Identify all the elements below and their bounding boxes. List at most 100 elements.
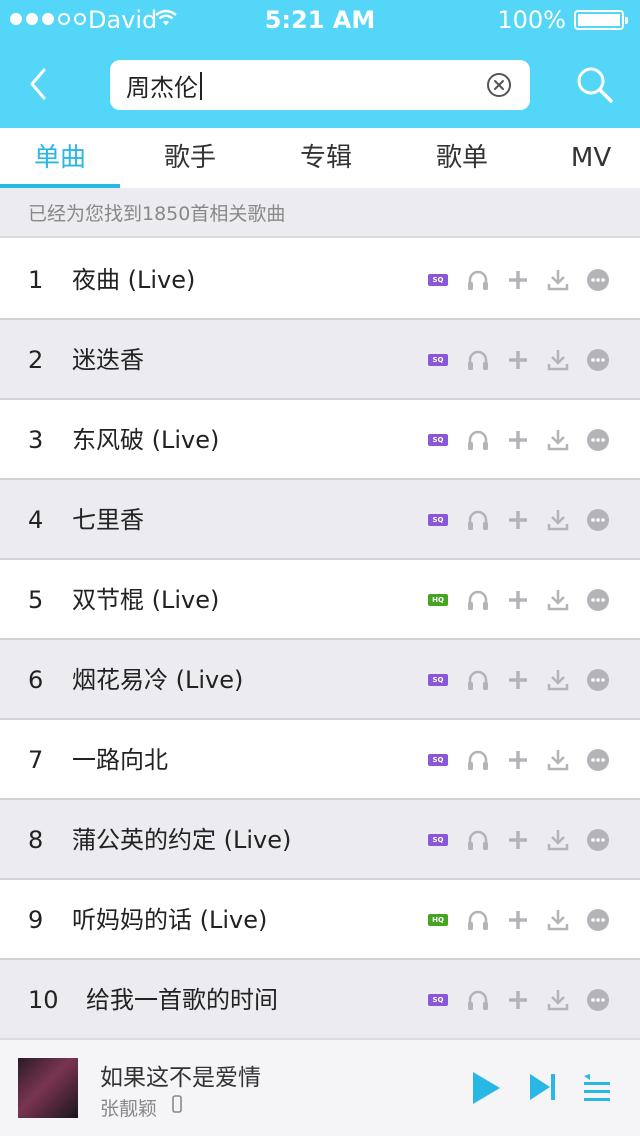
quality-badge: SQ — [428, 994, 448, 1006]
tab-playlists[interactable]: 歌单 — [402, 128, 522, 188]
download-icon[interactable] — [546, 988, 570, 1012]
more-icon[interactable] — [586, 508, 610, 532]
quality-badge: SQ — [428, 434, 448, 446]
search-icon[interactable] — [574, 64, 614, 106]
more-icon[interactable] — [586, 668, 610, 692]
download-icon[interactable] — [546, 268, 570, 292]
song-title: 给我一首歌的时间 — [86, 986, 278, 1014]
headphones-icon[interactable] — [466, 508, 490, 532]
quality-badge: SQ — [428, 674, 448, 686]
quality-badge: SQ — [428, 834, 448, 846]
download-icon[interactable] — [546, 668, 570, 692]
headphones-icon[interactable] — [466, 588, 490, 612]
song-row[interactable]: 7 一路向北 SQ — [0, 720, 640, 800]
song-number: 9 — [28, 906, 44, 934]
song-number: 7 — [28, 746, 44, 774]
add-icon[interactable] — [506, 988, 530, 1012]
now-playing-title: 如果这不是爱情 — [100, 1065, 261, 1091]
tab-albums[interactable]: 专辑 — [266, 128, 386, 188]
song-list: 1 夜曲 (Live) SQ 2 迷迭香 SQ 3 东风破 (Live) SQ 4 七里香 SQ 5 双节… — [0, 240, 640, 1040]
add-icon[interactable] — [506, 588, 530, 612]
more-icon[interactable] — [586, 348, 610, 372]
mini-player[interactable]: 如果这不是爱情 张靓颖 — [0, 1038, 640, 1136]
song-row[interactable]: 9 听妈妈的话 (Live) HQ — [0, 880, 640, 960]
tab-bar: 单曲 歌手 专辑 歌单 MV — [0, 128, 640, 188]
download-icon[interactable] — [546, 348, 570, 372]
download-icon[interactable] — [546, 748, 570, 772]
battery-icon — [574, 10, 628, 30]
song-row[interactable]: 3 东风破 (Live) SQ — [0, 400, 640, 480]
song-number: 10 — [28, 986, 59, 1014]
song-row[interactable]: 1 夜曲 (Live) SQ — [0, 240, 640, 320]
song-number: 3 — [28, 426, 44, 454]
more-icon[interactable] — [586, 428, 610, 452]
song-number: 6 — [28, 666, 44, 694]
download-icon[interactable] — [546, 828, 570, 852]
quality-badge: HQ — [428, 914, 448, 926]
more-icon[interactable] — [586, 588, 610, 612]
device-icon — [172, 1095, 182, 1113]
song-row[interactable]: 10 给我一首歌的时间 SQ — [0, 960, 640, 1040]
headphones-icon[interactable] — [466, 268, 490, 292]
more-icon[interactable] — [586, 828, 610, 852]
headphones-icon[interactable] — [466, 988, 490, 1012]
song-title: 双节棍 (Live) — [72, 586, 220, 614]
text-cursor — [200, 72, 202, 100]
tab-mv[interactable]: MV — [536, 128, 640, 188]
add-icon[interactable] — [506, 668, 530, 692]
quality-badge: SQ — [428, 514, 448, 526]
add-icon[interactable] — [506, 268, 530, 292]
quality-badge: SQ — [428, 754, 448, 766]
song-row[interactable]: 2 迷迭香 SQ — [0, 320, 640, 400]
album-art[interactable] — [18, 1058, 78, 1118]
song-row[interactable]: 8 蒲公英的约定 (Live) SQ — [0, 800, 640, 880]
song-row[interactable]: 4 七里香 SQ — [0, 480, 640, 560]
quality-badge: SQ — [428, 274, 448, 286]
more-icon[interactable] — [586, 988, 610, 1012]
headphones-icon[interactable] — [466, 828, 490, 852]
headphones-icon[interactable] — [466, 748, 490, 772]
back-icon[interactable] — [24, 62, 64, 106]
song-row[interactable]: 5 双节棍 (Live) HQ — [0, 560, 640, 640]
add-icon[interactable] — [506, 828, 530, 852]
song-number: 1 — [28, 266, 44, 294]
song-title: 夜曲 (Live) — [72, 266, 196, 294]
song-title: 东风破 (Live) — [72, 426, 220, 454]
more-icon[interactable] — [586, 908, 610, 932]
header-bar: David 5:21 AM 100% — [0, 0, 640, 128]
song-row[interactable]: 6 烟花易冷 (Live) SQ — [0, 640, 640, 720]
download-icon[interactable] — [546, 428, 570, 452]
song-number: 8 — [28, 826, 44, 854]
add-icon[interactable] — [506, 428, 530, 452]
tab-artists[interactable]: 歌手 — [130, 128, 250, 188]
song-title: 烟花易冷 (Live) — [72, 666, 244, 694]
add-icon[interactable] — [506, 908, 530, 932]
more-icon[interactable] — [586, 268, 610, 292]
song-number: 5 — [28, 586, 44, 614]
download-icon[interactable] — [546, 588, 570, 612]
download-icon[interactable] — [546, 908, 570, 932]
add-icon[interactable] — [506, 508, 530, 532]
quality-badge: SQ — [428, 354, 448, 366]
battery-percent: 100% — [497, 6, 566, 34]
next-icon[interactable] — [528, 1072, 558, 1102]
tab-songs[interactable]: 单曲 — [0, 128, 120, 188]
song-number: 2 — [28, 346, 44, 374]
headphones-icon[interactable] — [466, 908, 490, 932]
clear-icon[interactable] — [486, 72, 512, 98]
search-input[interactable] — [126, 60, 466, 110]
search-box[interactable] — [110, 60, 530, 110]
play-icon[interactable] — [470, 1070, 502, 1106]
song-title: 七里香 — [72, 506, 144, 534]
headphones-icon[interactable] — [466, 428, 490, 452]
add-icon[interactable] — [506, 748, 530, 772]
headphones-icon[interactable] — [466, 668, 490, 692]
headphones-icon[interactable] — [466, 348, 490, 372]
song-title: 一路向北 — [72, 746, 168, 774]
download-icon[interactable] — [546, 508, 570, 532]
quality-badge: HQ — [428, 594, 448, 606]
more-icon[interactable] — [586, 748, 610, 772]
add-icon[interactable] — [506, 348, 530, 372]
song-title: 蒲公英的约定 (Live) — [72, 826, 292, 854]
queue-icon[interactable] — [582, 1072, 612, 1104]
